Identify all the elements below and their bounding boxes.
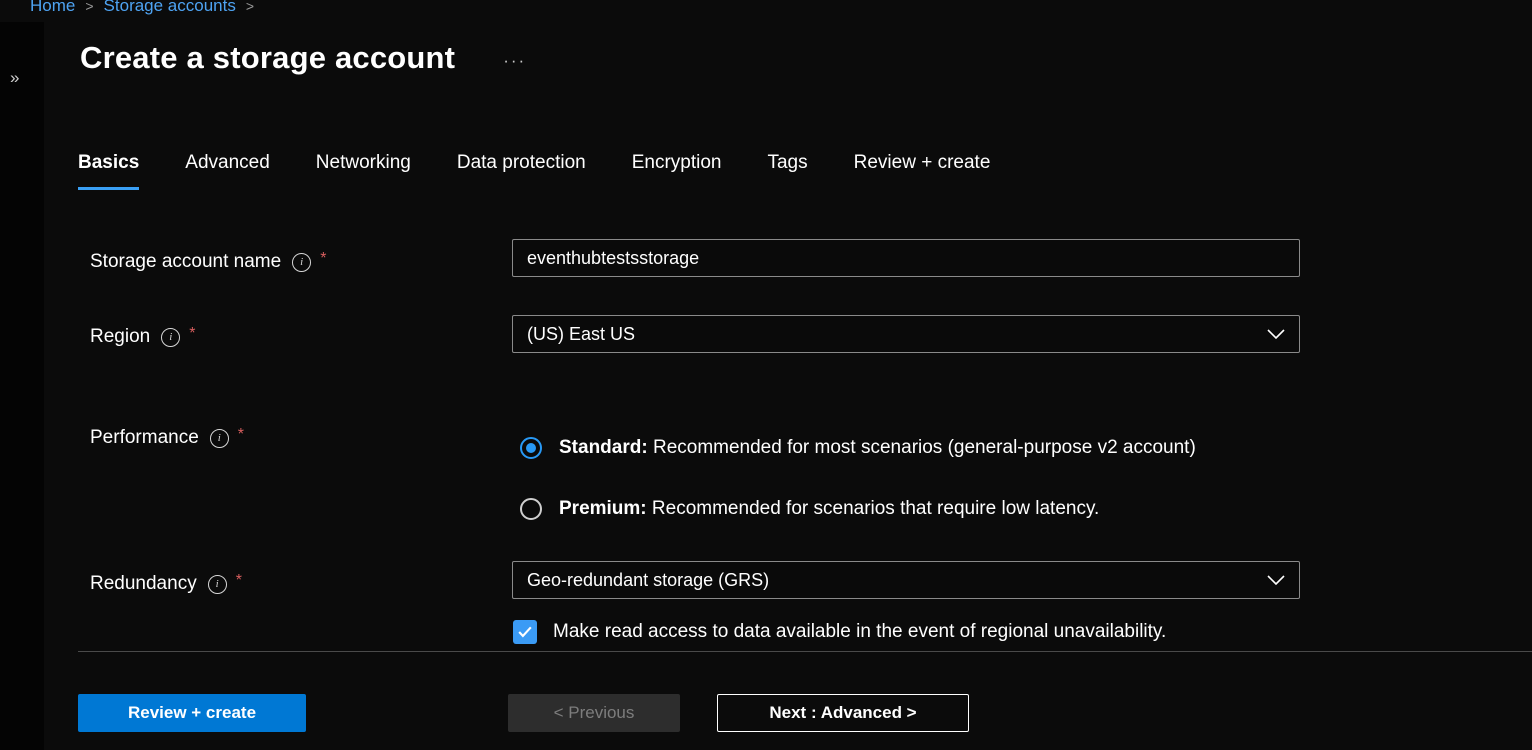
label-text: Region [90, 326, 150, 348]
tab-advanced[interactable]: Advanced [185, 152, 270, 190]
tab-data-protection[interactable]: Data protection [457, 152, 586, 190]
left-rail: » [0, 22, 44, 750]
region-label: Region i * [90, 326, 195, 348]
region-dropdown[interactable]: (US) East US [512, 315, 1300, 353]
breadcrumb: Home > Storage accounts > [30, 0, 254, 16]
next-advanced-button[interactable]: Next : Advanced > [717, 694, 969, 732]
label-text: Storage account name [90, 251, 281, 273]
expand-panel-icon[interactable]: » [10, 68, 19, 88]
create-storage-account-page: » Home > Storage accounts > Create a sto… [0, 0, 1532, 750]
performance-standard-text: Standard: Recommended for most scenarios… [559, 437, 1196, 459]
checkbox-label: Make read access to data available in th… [553, 621, 1166, 643]
performance-premium-text: Premium: Recommended for scenarios that … [559, 498, 1099, 520]
storage-account-name-input[interactable] [512, 239, 1300, 277]
option-name: Premium: [559, 498, 647, 519]
redundancy-dropdown[interactable]: Geo-redundant storage (GRS) [512, 561, 1300, 599]
more-options-icon[interactable]: ··· [503, 45, 526, 71]
read-access-checkbox-row[interactable]: Make read access to data available in th… [513, 620, 1166, 644]
chevron-down-icon [1267, 329, 1285, 339]
tab-basics[interactable]: Basics [78, 152, 139, 190]
footer-divider [78, 651, 1532, 652]
tab-networking[interactable]: Networking [316, 152, 411, 190]
tab-bar: Basics Advanced Networking Data protecti… [78, 152, 990, 190]
performance-standard-option[interactable]: Standard: Recommended for most scenarios… [520, 437, 1196, 459]
title-row: Create a storage account ··· [80, 40, 526, 76]
option-description: Recommended for most scenarios (general-… [653, 437, 1196, 458]
info-icon[interactable]: i [208, 575, 227, 594]
required-asterisk: * [236, 572, 242, 590]
page-title: Create a storage account [80, 40, 455, 76]
redundancy-selected-value: Geo-redundant storage (GRS) [527, 570, 769, 591]
required-asterisk: * [189, 325, 195, 343]
tab-tags[interactable]: Tags [767, 152, 807, 190]
required-asterisk: * [238, 426, 244, 444]
previous-button[interactable]: < Previous [508, 694, 680, 732]
check-icon [518, 626, 532, 638]
label-text: Redundancy [90, 573, 197, 595]
performance-label: Performance i * [90, 427, 244, 449]
chevron-down-icon [1267, 575, 1285, 585]
storage-account-name-label: Storage account name i * [90, 251, 326, 273]
info-icon[interactable]: i [161, 328, 180, 347]
tab-review-create[interactable]: Review + create [854, 152, 991, 190]
label-text: Performance [90, 427, 199, 449]
radio-selected-icon[interactable] [520, 437, 542, 459]
breadcrumb-chevron-icon: > [85, 0, 93, 14]
breadcrumb-chevron-icon: > [246, 0, 254, 14]
tab-encryption[interactable]: Encryption [632, 152, 722, 190]
performance-premium-option[interactable]: Premium: Recommended for scenarios that … [520, 498, 1099, 520]
option-description: Recommended for scenarios that require l… [652, 498, 1099, 519]
region-selected-value: (US) East US [527, 324, 635, 345]
breadcrumb-storage-accounts-link[interactable]: Storage accounts [104, 0, 236, 16]
checkbox-checked-icon[interactable] [513, 620, 537, 644]
info-icon[interactable]: i [210, 429, 229, 448]
redundancy-label: Redundancy i * [90, 573, 242, 595]
info-icon[interactable]: i [292, 253, 311, 272]
option-name: Standard: [559, 437, 648, 458]
breadcrumb-home-link[interactable]: Home [30, 0, 75, 16]
required-asterisk: * [320, 250, 326, 268]
review-create-button[interactable]: Review + create [78, 694, 306, 732]
radio-unselected-icon[interactable] [520, 498, 542, 520]
